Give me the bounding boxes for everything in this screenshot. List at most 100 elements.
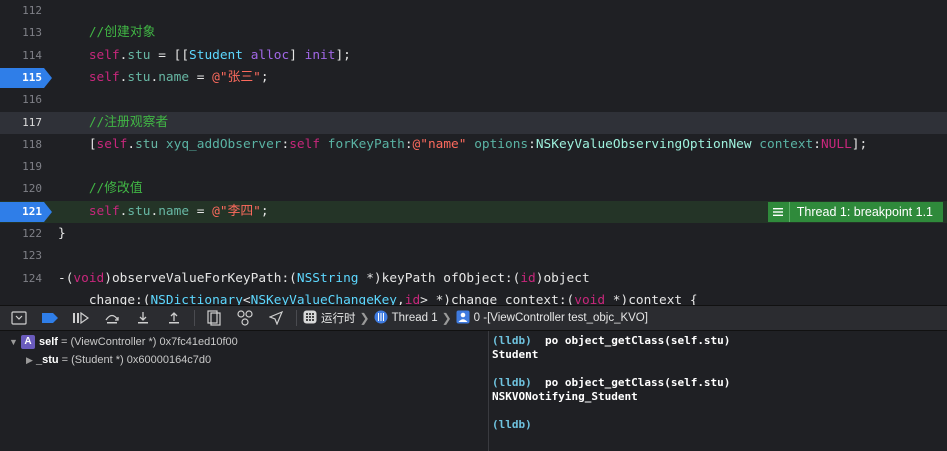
code-token: self xyxy=(96,136,128,152)
code-text[interactable]: self.stu = [[Student alloc] init]; xyxy=(58,45,351,67)
lldb-prompt: (lldb) xyxy=(492,418,532,431)
code-line[interactable]: 115 self.stu.name = @"张三"; xyxy=(0,67,947,89)
code-token: > *)change context:( xyxy=(420,292,575,305)
lldb-prompt: (lldb) xyxy=(492,376,532,389)
code-line[interactable]: 112 xyxy=(0,0,947,22)
code-text[interactable]: self.stu.name = @"李四"; xyxy=(58,201,269,223)
code-token: [ xyxy=(58,136,97,152)
code-token: context xyxy=(759,136,814,152)
code-token: name xyxy=(158,69,190,85)
code-token: ]; xyxy=(335,47,351,63)
toolbar-separator xyxy=(194,310,195,326)
crumb-runtime[interactable]: 运行时 xyxy=(321,310,356,326)
list-icon[interactable] xyxy=(768,201,790,222)
code-text[interactable]: self.stu.name = @"张三"; xyxy=(58,67,269,89)
argument-badge-icon: A xyxy=(21,335,35,349)
stack-frame-user-icon xyxy=(456,310,470,327)
variable-name: _stu xyxy=(36,354,59,366)
line-number: 115 xyxy=(22,70,42,84)
line-number: 114 xyxy=(22,48,42,62)
code-line[interactable]: 124 -(void)observeValueForKeyPath:(NSStri… xyxy=(0,268,947,290)
code-token: self xyxy=(88,203,120,219)
chevron-right-icon: ❯ xyxy=(441,311,452,325)
code-token: -( xyxy=(58,270,74,286)
code-token: void xyxy=(73,270,105,286)
code-line[interactable]: 118 [self.stu xyq_addObserver:self forKe… xyxy=(0,134,947,156)
code-token: NSString xyxy=(296,270,359,286)
view-hierarchy-icon[interactable] xyxy=(202,306,226,330)
code-line[interactable]: 117 //注册观察者 xyxy=(0,111,947,134)
code-token: self xyxy=(88,69,120,85)
code-token: forKeyPath xyxy=(327,136,405,152)
step-over-icon[interactable] xyxy=(100,306,124,330)
continue-icon[interactable] xyxy=(69,306,93,330)
code-line[interactable]: 120 //修改值 xyxy=(0,178,947,200)
lldb-console[interactable]: (lldb) po object_getClass(self.stu) Stude… xyxy=(489,331,947,451)
console-text: NSKVONotifying_Student xyxy=(492,390,638,403)
code-token: //注册观察者 xyxy=(58,114,169,130)
code-token: : xyxy=(404,136,413,152)
crumb-thread[interactable]: Thread 1 xyxy=(392,312,438,324)
variable-row-self[interactable]: ▼ A self = (ViewController *) 0x7fc41ed1… xyxy=(9,333,238,351)
code-token: NSKeyValueObservingOptionNew xyxy=(535,136,752,152)
code-token: @"张三" xyxy=(212,69,261,85)
code-text[interactable]: [self.stu xyq_addObserver:self forKeyPat… xyxy=(58,134,867,156)
code-token: = xyxy=(189,203,213,219)
breakpoint-marker-icon[interactable]: 121 xyxy=(0,201,52,222)
crumb-frame[interactable]: 0 -[ViewController test_objc_KVO] xyxy=(474,312,648,324)
code-text[interactable]: //注册观察者 xyxy=(58,112,168,134)
code-line[interactable]: change:(NSDictionary<NSKeyValueChangeKey… xyxy=(0,290,947,305)
breakpoints-toggle-icon[interactable] xyxy=(38,306,62,330)
breakpoint-marker-icon[interactable]: 115 xyxy=(0,67,52,88)
console-line: (lldb) po object_getClass(self.stu) xyxy=(492,334,730,348)
code-line[interactable]: 119 xyxy=(0,156,947,178)
simulate-location-icon[interactable] xyxy=(264,306,288,330)
variable-row-stu[interactable]: ▶ _stu = (Student *) 0x60000164c7d0 xyxy=(26,351,211,369)
variable-value: = (Student *) 0x60000164c7d0 xyxy=(61,354,212,366)
code-token: )object xyxy=(535,270,590,286)
code-token: . xyxy=(127,136,136,152)
line-number: 119 xyxy=(22,160,42,174)
code-text[interactable]: change:(NSDictionary<NSKeyValueChangeKey… xyxy=(58,290,698,305)
breakpoint-annotation[interactable]: Thread 1: breakpoint 1.1 xyxy=(767,201,943,222)
code-token: < xyxy=(242,292,251,305)
code-line[interactable]: 113 //创建对象 xyxy=(0,22,947,44)
code-line[interactable]: 122} xyxy=(0,223,947,245)
memory-graph-icon[interactable] xyxy=(233,306,257,330)
chevron-right-icon: ❯ xyxy=(359,311,370,325)
code-line[interactable]: 123 xyxy=(0,245,947,267)
hide-debug-area-icon[interactable] xyxy=(7,306,31,330)
code-text[interactable]: //修改值 xyxy=(58,178,143,200)
code-token: id xyxy=(520,270,536,286)
code-token: options xyxy=(474,136,529,152)
code-token: alloc xyxy=(250,47,290,63)
code-token: = xyxy=(189,69,213,85)
code-line[interactable]: 116 xyxy=(0,89,947,111)
code-token: *)context { xyxy=(605,292,698,305)
console-text: Student xyxy=(492,348,539,361)
code-text[interactable]: -(void)observeValueForKeyPath:(NSString … xyxy=(58,268,590,290)
step-out-icon[interactable] xyxy=(162,306,186,330)
code-token: self xyxy=(88,47,120,63)
code-token: @"李四" xyxy=(212,203,261,219)
code-token: )observeValueForKeyPath:( xyxy=(104,270,297,286)
debug-breadcrumb: 运行时 ❯ Thread 1 ❯ 0 -[ViewController test… xyxy=(303,310,648,327)
code-line[interactable]: 114 self.stu = [[Student alloc] init]; xyxy=(0,45,947,67)
code-token: xyq_addObserver xyxy=(165,136,282,152)
line-number xyxy=(0,290,44,305)
code-token: NSKeyValueChangeKey xyxy=(250,292,398,305)
disclosure-expanded-icon[interactable]: ▼ xyxy=(9,333,19,351)
code-token: @"name" xyxy=(412,136,467,152)
disclosure-collapsed-icon[interactable]: ▶ xyxy=(26,351,36,369)
code-text[interactable]: //创建对象 xyxy=(58,22,156,44)
code-line[interactable]: 121 self.stu.name = @"李四"; Thread 1: brea… xyxy=(0,200,947,223)
step-into-icon[interactable] xyxy=(131,306,155,330)
code-token: } xyxy=(58,226,66,241)
code-text[interactable]: } xyxy=(58,223,66,245)
console-line: NSKVONotifying_Student xyxy=(492,390,638,404)
source-editor[interactable]: 112 113 //创建对象 114 self.stu = [[Student al… xyxy=(0,0,947,305)
line-number: 116 xyxy=(22,93,42,107)
